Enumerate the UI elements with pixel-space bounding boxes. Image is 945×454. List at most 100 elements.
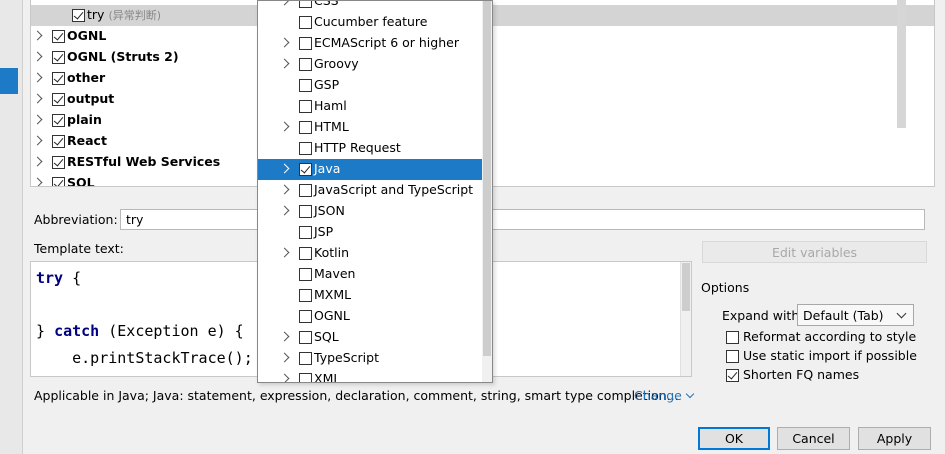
context-checkbox[interactable] — [299, 205, 312, 218]
chevron-right-icon[interactable] — [280, 332, 290, 342]
context-item-typescript[interactable]: TypeScript — [258, 348, 482, 369]
popup-scrollbar[interactable] — [482, 1, 492, 382]
context-item-label: Haml — [314, 98, 347, 113]
abbreviation-input[interactable]: try — [120, 209, 925, 230]
context-item-label: HTTP Request — [314, 140, 401, 155]
context-item-label: XML — [314, 371, 341, 383]
context-item-kotlin[interactable]: Kotlin — [258, 243, 482, 264]
abbreviation-label: Abbreviation: — [34, 212, 118, 227]
context-item-label: OGNL — [314, 308, 350, 323]
editor-scrollbar[interactable] — [680, 262, 691, 376]
tree-row-label: OGNL — [67, 28, 107, 43]
tree-checkbox[interactable] — [52, 114, 65, 127]
context-item-haml[interactable]: Haml — [258, 96, 482, 117]
tree-checkbox[interactable] — [52, 156, 65, 169]
context-checkbox[interactable] — [299, 16, 312, 29]
context-item-maven[interactable]: Maven — [258, 264, 482, 285]
change-contexts-link[interactable]: Change — [634, 388, 695, 403]
context-item-sql[interactable]: SQL — [258, 327, 482, 348]
chevron-right-icon[interactable] — [280, 248, 290, 258]
tree-checkbox[interactable] — [52, 135, 65, 148]
context-item-http-request[interactable]: HTTP Request — [258, 138, 482, 159]
tree-checkbox[interactable] — [52, 177, 65, 186]
tree-checkbox[interactable] — [52, 93, 65, 106]
context-item-java[interactable]: Java — [258, 159, 482, 180]
context-checkbox[interactable] — [299, 37, 312, 50]
context-checkbox[interactable] — [299, 268, 312, 281]
context-item-xml[interactable]: XML — [258, 369, 482, 383]
context-checkbox[interactable] — [299, 79, 312, 92]
edit-variables-button[interactable]: Edit variables — [702, 241, 927, 263]
context-item-ecmascript-6-or-higher[interactable]: ECMAScript 6 or higher — [258, 33, 482, 54]
chevron-right-icon[interactable] — [33, 178, 43, 186]
expand-with-select[interactable]: Default (Tab) — [797, 304, 914, 326]
chevron-right-icon[interactable] — [33, 94, 43, 104]
context-item-label: MXML — [314, 287, 352, 302]
chevron-right-icon[interactable] — [33, 73, 43, 83]
apply-button[interactable]: Apply — [858, 427, 931, 450]
context-item-javascript-and-typescript[interactable]: JavaScript and TypeScript — [258, 180, 482, 201]
context-checkbox[interactable] — [299, 100, 312, 113]
context-item-ognl[interactable]: OGNL — [258, 306, 482, 327]
chevron-right-icon[interactable] — [280, 122, 290, 132]
context-item-cucumber-feature[interactable]: Cucumber feature — [258, 12, 482, 33]
context-item-label: JSON — [314, 203, 345, 218]
chevron-right-icon[interactable] — [280, 38, 290, 48]
context-checkbox[interactable] — [299, 1, 312, 8]
tree-checkbox[interactable] — [72, 9, 85, 22]
context-item-label: Kotlin — [314, 245, 349, 260]
context-checkbox[interactable] — [299, 289, 312, 302]
tree-scrollbar[interactable] — [897, 0, 906, 128]
context-checkbox[interactable] — [299, 58, 312, 71]
context-checkbox[interactable] — [299, 331, 312, 344]
context-item-jsp[interactable]: JSP — [258, 222, 482, 243]
chevron-right-icon[interactable] — [33, 115, 43, 125]
chevron-right-icon[interactable] — [33, 157, 43, 167]
tree-checkbox[interactable] — [52, 51, 65, 64]
chevron-right-icon[interactable] — [280, 374, 290, 382]
ok-button[interactable]: OK — [698, 427, 770, 450]
context-type-popup[interactable]: CSS Cucumber feature ECMAScript 6 or highe… — [257, 0, 493, 383]
context-checkbox[interactable] — [299, 373, 312, 382]
context-item-mxml[interactable]: MXML — [258, 285, 482, 306]
code-line: } catch (Exception e) { — [36, 322, 244, 340]
chevron-right-icon[interactable] — [33, 136, 43, 146]
chevron-right-icon[interactable] — [280, 353, 290, 363]
context-checkbox[interactable] — [299, 226, 312, 239]
shorten-fq-label: Shorten FQ names — [743, 367, 860, 382]
chevron-right-icon[interactable] — [280, 1, 290, 6]
context-checkbox[interactable] — [299, 163, 312, 176]
context-checkbox[interactable] — [299, 184, 312, 197]
context-item-json[interactable]: JSON — [258, 201, 482, 222]
context-item-label: JavaScript and TypeScript — [314, 182, 474, 197]
context-item-gsp[interactable]: GSP — [258, 75, 482, 96]
template-text-label: Template text: — [34, 241, 124, 256]
static-import-checkbox[interactable] — [726, 350, 739, 363]
context-item-html[interactable]: HTML — [258, 117, 482, 138]
tree-checkbox[interactable] — [52, 30, 65, 43]
context-item-label: GSP — [314, 77, 340, 92]
chevron-right-icon[interactable] — [33, 52, 43, 62]
context-checkbox[interactable] — [299, 142, 312, 155]
chevron-right-icon[interactable] — [280, 59, 290, 69]
chevron-down-icon — [685, 389, 695, 399]
context-checkbox[interactable] — [299, 247, 312, 260]
tree-checkbox[interactable] — [52, 72, 65, 85]
chevron-right-icon[interactable] — [280, 164, 290, 174]
shorten-fq-checkbox[interactable] — [726, 369, 739, 382]
chevron-right-icon[interactable] — [280, 206, 290, 216]
options-title: Options — [701, 280, 750, 295]
context-item-css[interactable]: CSS — [258, 1, 482, 12]
context-checkbox[interactable] — [299, 121, 312, 134]
cancel-button[interactable]: Cancel — [777, 427, 850, 450]
settings-sidebar-strip — [0, 0, 23, 454]
context-checkbox[interactable] — [299, 352, 312, 365]
context-checkbox[interactable] — [299, 310, 312, 323]
sidebar-selected-indicator — [0, 68, 18, 94]
chevron-right-icon[interactable] — [33, 31, 43, 41]
code-line: try { — [36, 269, 82, 287]
context-item-groovy[interactable]: Groovy — [258, 54, 482, 75]
chevron-right-icon[interactable] — [280, 185, 290, 195]
reformat-checkbox[interactable] — [726, 331, 739, 344]
static-import-label: Use static import if possible — [743, 348, 917, 363]
